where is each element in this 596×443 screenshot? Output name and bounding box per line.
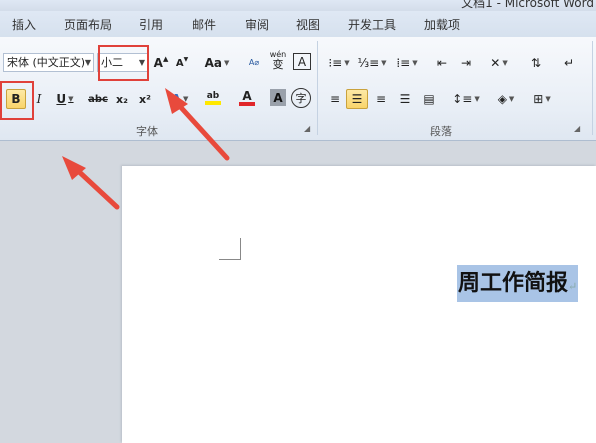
arrow-to-bold [62,156,120,210]
arrow-to-font-size [165,88,230,161]
annotation-arrows [62,88,230,210]
